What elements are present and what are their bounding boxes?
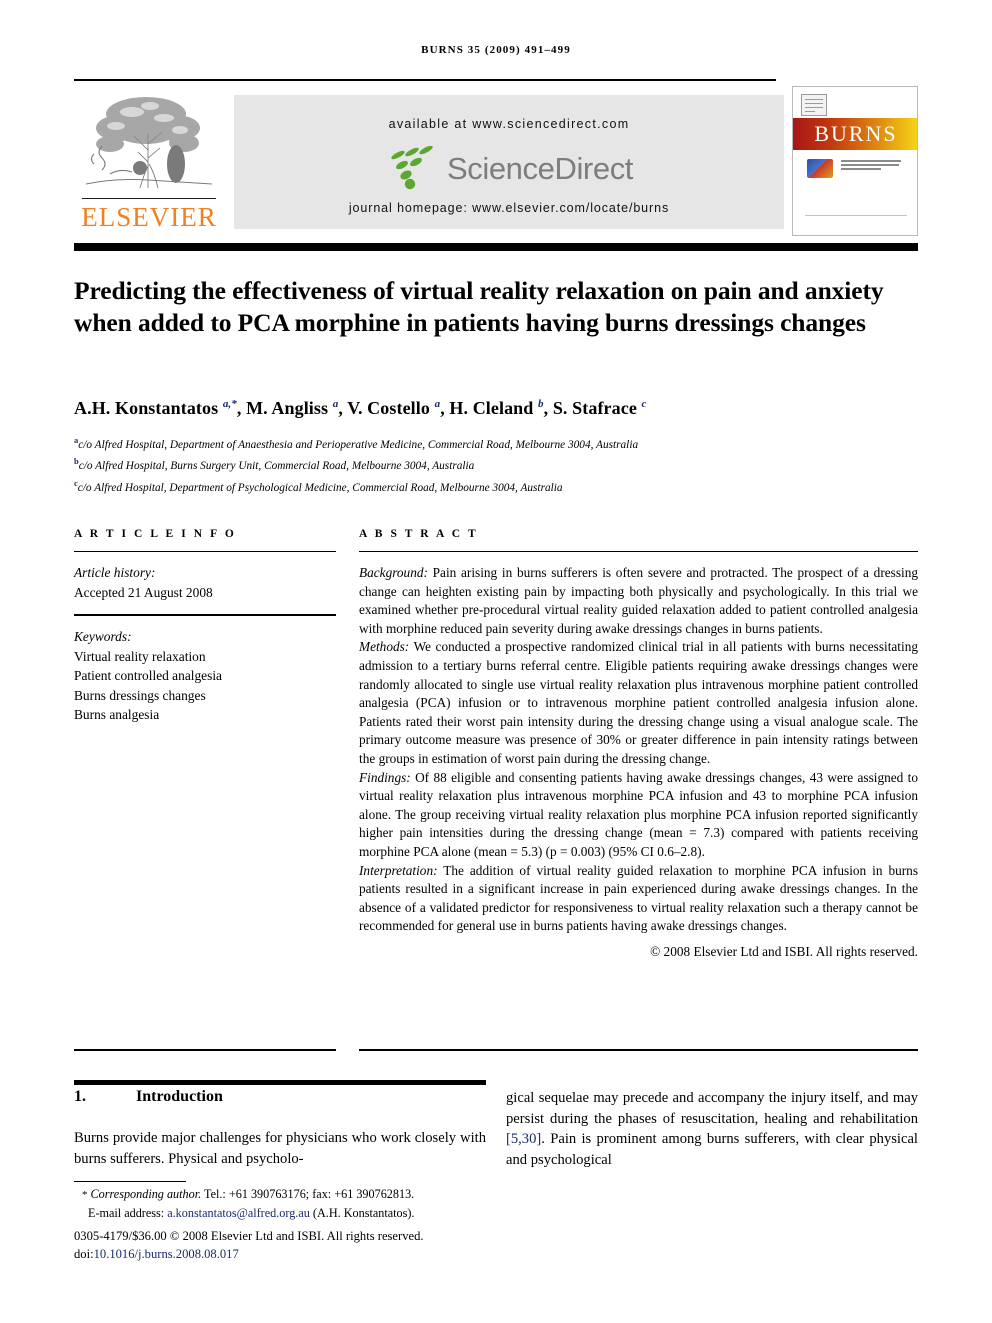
- abstract-section-text: The addition of virtual reality guided r…: [359, 862, 918, 934]
- abstract-section: Methods: We conducted a prospective rand…: [359, 638, 918, 768]
- abstract-copyright: © 2008 Elsevier Ltd and ISBI. All rights…: [650, 943, 918, 959]
- email-line: E-mail address: a.konstantatos@alfred.or…: [74, 1205, 494, 1223]
- email-label: E-mail address:: [88, 1205, 165, 1220]
- introduction-title: Introduction: [136, 1088, 223, 1105]
- abstract-rule: [359, 551, 918, 552]
- issn-line: 0305-4179/$36.00 © 2008 Elsevier Ltd and…: [74, 1229, 424, 1243]
- footnote-block: * Corresponding author. Tel.: +61 390763…: [74, 1186, 494, 1222]
- affiliation-item: ac/o Alfred Hospital, Department of Anae…: [74, 432, 914, 453]
- running-head: BURNS 35 (2009) 491–499: [421, 44, 571, 56]
- sciencedirect-wordmark: ScienceDirect: [446, 151, 634, 186]
- affiliation-item: cc/o Alfred Hospital, Department of Psyc…: [74, 475, 914, 496]
- introduction-right-column: gical sequelae may precede and accompany…: [506, 1088, 918, 1170]
- abstract-section: Background: Pain arising in burns suffer…: [359, 564, 918, 638]
- introduction-text-part: . Pain is prominent among burns sufferer…: [506, 1131, 918, 1168]
- cover-divider: [805, 215, 907, 216]
- keyword-item: Patient controlled analgesia: [74, 668, 222, 683]
- keyword-item: Virtual reality relaxation: [74, 648, 206, 664]
- cover-journal-title: BURNS: [814, 121, 898, 146]
- elsevier-tree-icon: [85, 97, 213, 189]
- abstract-heading: A B S T R A C T: [359, 528, 479, 540]
- affiliation-text: c/o Alfred Hospital, Department of Anaes…: [78, 438, 639, 451]
- cover-society-text: [841, 160, 903, 172]
- affiliation-text: c/o Alfred Hospital, Department of Psych…: [77, 481, 563, 494]
- introduction-body-right: gical sequelae may precede and accompany…: [506, 1088, 918, 1170]
- article-history-label: Article history:: [74, 565, 156, 580]
- article-page: BURNS 35 (2009) 491–499 ELSEVIER availab…: [0, 0, 992, 1323]
- cover-title-band: BURNS: [793, 118, 917, 150]
- sciencedirect-banner: available at www.sciencedirect.com Scien…: [234, 95, 784, 229]
- keywords-block: Keywords: Virtual reality relaxation Pat…: [74, 627, 336, 725]
- header-top-rule: [74, 79, 776, 81]
- abstract-section-text: We conducted a prospective randomized cl…: [359, 639, 918, 766]
- footer-identifiers: 0305-4179/$36.00 © 2008 Elsevier Ltd and…: [74, 1228, 534, 1263]
- abstract-section-label: Findings:: [359, 769, 411, 785]
- introduction-top-rule: [74, 1080, 486, 1085]
- footnote-rule: [74, 1181, 186, 1182]
- article-info-heading: A R T I C L E I N F O: [74, 528, 237, 540]
- cover-publisher-mark: [801, 94, 827, 116]
- abstract-close-rule-left: [74, 1049, 336, 1051]
- article-history-block: Article history: Accepted 21 August 2008: [74, 563, 336, 602]
- corresponding-author-label: Corresponding author.: [90, 1187, 202, 1201]
- affiliation-text: c/o Alfred Hospital, Burns Surgery Unit,…: [78, 460, 475, 473]
- abstract-section-text: Pain arising in burns sufferers is often…: [359, 565, 918, 636]
- elsevier-wordmark: ELSEVIER: [81, 202, 217, 232]
- abstract-section-label: Interpretation:: [359, 862, 438, 878]
- corresponding-author-contact: Tel.: +61 390763176; fax: +61 390762813.: [201, 1187, 415, 1201]
- abstract-section-label: Background:: [359, 565, 428, 580]
- abstract-section-label: Methods:: [359, 639, 410, 655]
- keywords-label: Keywords:: [74, 629, 132, 644]
- introduction-heading: 1. Introduction: [74, 1088, 486, 1106]
- header-bottom-rule: [74, 243, 918, 251]
- introduction-body-left: Burns provide major challenges for physi…: [74, 1130, 486, 1167]
- citation-reference[interactable]: [5,30]: [506, 1131, 541, 1147]
- affiliation-list: ac/o Alfred Hospital, Department of Anae…: [74, 432, 914, 496]
- introduction-number: 1.: [74, 1088, 86, 1105]
- journal-header-band: ELSEVIER available at www.sciencedirect.…: [74, 86, 918, 238]
- page-title: Predicting the effectiveness of virtual …: [74, 276, 884, 338]
- doi-line: doi:10.1016/j.burns.2008.08.017: [74, 1246, 534, 1264]
- keyword-item: Burns dressings changes: [74, 687, 206, 703]
- email-attribution: (A.H. Konstantatos).: [309, 1205, 415, 1220]
- keyword-item: Burns analgesia: [74, 707, 160, 722]
- abstract-section: Interpretation: The addition of virtual …: [359, 862, 918, 936]
- sciencedirect-leaf-icon: [391, 146, 433, 190]
- elsevier-logo: ELSEVIER: [74, 86, 224, 238]
- journal-cover-thumbnail: BURNS: [792, 86, 918, 236]
- author-list: A.H. Konstantatos a,*, M. Angliss a, V. …: [74, 398, 647, 418]
- article-history-value: Accepted 21 August 2008: [74, 584, 213, 600]
- article-info-rule-2: [74, 614, 336, 616]
- email-link[interactable]: a.konstantatos@alfred.org.au: [167, 1206, 310, 1220]
- introduction-left-column: 1. Introduction Burns provide major chal…: [74, 1088, 486, 1169]
- article-info-rule-1: [74, 551, 336, 552]
- doi-label: doi:: [74, 1246, 94, 1261]
- abstract-column: A B S T R A C T Background: Pain arising…: [359, 528, 918, 961]
- abstract-close-rule-right: [359, 1049, 918, 1051]
- introduction-text-part: gical sequelae may precede and accompany…: [506, 1090, 918, 1127]
- abstract-section: Findings: Of 88 eligible and consenting …: [359, 769, 918, 862]
- asterisk-icon: *: [82, 1189, 88, 1201]
- available-at-text: available at www.sciencedirect.com: [388, 117, 630, 131]
- journal-homepage-text: journal homepage: www.elsevier.com/locat…: [348, 201, 670, 215]
- abstract-body: Background: Pain arising in burns suffer…: [359, 564, 918, 961]
- corresponding-author-line: * Corresponding author. Tel.: +61 390763…: [74, 1186, 494, 1205]
- elsevier-divider: [82, 198, 216, 199]
- article-info-column: A R T I C L E I N F O Article history: A…: [74, 528, 336, 725]
- sciencedirect-logo: ScienceDirect: [326, 145, 692, 193]
- doi-link[interactable]: 10.1016/j.burns.2008.08.017: [94, 1247, 239, 1261]
- cover-society-logo-icon: [807, 159, 833, 178]
- abstract-section-text: Of 88 eligible and consenting patients h…: [359, 769, 918, 859]
- affiliation-item: bc/o Alfred Hospital, Burns Surgery Unit…: [74, 453, 914, 474]
